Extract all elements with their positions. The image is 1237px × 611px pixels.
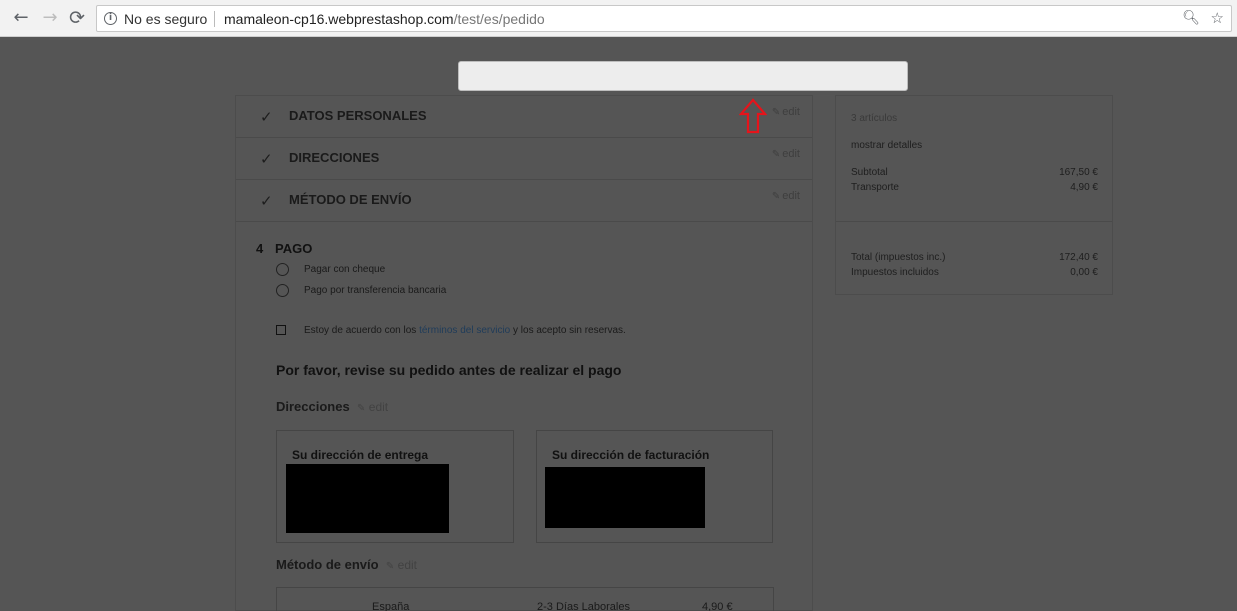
payment-radio[interactable] (276, 263, 289, 276)
shipping-summary-row: España 2-3 Días Laborales 4,90 € (276, 587, 774, 611)
step-title: DIRECCIONES (289, 150, 380, 165)
carrier-price: 4,90 € (702, 601, 733, 611)
security-status[interactable]: No es seguro (124, 11, 207, 27)
terms-agreement: Estoy de acuerdo con los términos del se… (276, 325, 626, 336)
reload-icon[interactable]: ⟳ (67, 8, 87, 28)
info-icon[interactable]: i (104, 12, 117, 25)
url-host: mamaleon-cp16.webprestashop.com (224, 11, 454, 27)
url-text[interactable]: mamaleon-cp16.webprestashop.com/test/es/… (224, 11, 545, 27)
zoom-icon[interactable]: 🔍︎ (1182, 10, 1200, 26)
items-count: 3 artículos (851, 113, 898, 124)
payment-radio[interactable] (276, 284, 289, 297)
total-label: Total (impuestos inc.) (851, 252, 946, 263)
total-value: 172,40 € (1059, 252, 1098, 263)
payment-option-transfer[interactable]: Pago por transferencia bancaria (276, 284, 446, 297)
overlay-search-box[interactable] (458, 61, 908, 91)
pencil-icon: ✎ (357, 403, 366, 414)
billing-address-card: Su dirección de facturación (536, 430, 773, 543)
shipping-heading: Método de envío ✎ edit (276, 557, 417, 572)
pencil-icon: ✎ (771, 149, 781, 160)
delivery-address-card: Su dirección de entrega (276, 430, 514, 543)
pencil-icon: ✎ (385, 561, 395, 572)
payment-option-cheque[interactable]: Pagar con cheque (276, 263, 385, 276)
redacted-block (545, 467, 705, 528)
addresses-heading: Direcciones ✎ edit (276, 399, 388, 414)
check-icon: ✓ (260, 108, 273, 126)
review-order-title: Por favor, revise su pedido antes de rea… (276, 362, 622, 378)
taxes-value: 0,00 € (1070, 267, 1098, 278)
check-icon: ✓ (260, 192, 273, 210)
billing-address-title: Su dirección de facturación (552, 448, 710, 462)
step-title: MÉTODO DE ENVÍO (289, 192, 412, 207)
url-path: /test/es/pedido (453, 11, 545, 27)
terms-text-after: y los acepto sin reservas. (510, 325, 626, 336)
show-details-link[interactable]: mostrar detalles (851, 140, 922, 151)
summary-divider (836, 221, 1112, 222)
terms-text-before: Estoy de acuerdo con los (304, 325, 420, 336)
payment-step-title: 4 PAGO (256, 241, 312, 256)
addresses-heading-label: Direcciones (276, 399, 350, 414)
edit-label: edit (397, 558, 417, 572)
forward-icon[interactable]: → (40, 8, 60, 28)
address-bar[interactable]: i No es seguro mamaleon-cp16.webprestash… (96, 5, 1232, 32)
carrier-delay: 2-3 Días Laborales (537, 601, 630, 611)
terms-checkbox[interactable] (276, 325, 286, 336)
delivery-address-title: Su dirección de entrega (292, 448, 429, 462)
shipping-edit-link[interactable]: ✎ edit (383, 558, 417, 572)
check-icon: ✓ (260, 150, 273, 168)
checkout-steps: ✓ DATOS PERSONALES ✎ edit ✓ DIRECCIONES ✎… (235, 95, 813, 611)
back-icon[interactable]: ← (11, 8, 31, 28)
step-edit-link[interactable]: ✎ edit (772, 190, 800, 202)
star-icon[interactable]: ☆ (1211, 9, 1224, 27)
step-addresses[interactable]: ✓ DIRECCIONES ✎ edit (236, 138, 812, 180)
payment-option-label: Pagar con cheque (304, 264, 386, 276)
step-personal-data[interactable]: ✓ DATOS PERSONALES ✎ edit (236, 96, 812, 138)
step-edit-link[interactable]: ✎ edit (772, 148, 800, 160)
carrier-name: España (372, 601, 410, 611)
edit-label: edit (782, 148, 800, 160)
subtotal-label: Subtotal (851, 167, 888, 178)
address-divider (214, 11, 215, 27)
redacted-block (286, 464, 449, 533)
payment-step-number: 4 (256, 241, 264, 256)
step-edit-link[interactable]: ✎ edit (772, 106, 800, 118)
shipping-value: 4,90 € (1070, 182, 1098, 193)
shipping-label: Transporte (851, 182, 899, 193)
shipping-heading-label: Método de envío (276, 557, 379, 572)
pencil-icon: ✎ (771, 107, 781, 118)
up-arrow-icon (739, 98, 767, 134)
addresses-edit-link[interactable]: ✎ edit (354, 400, 388, 414)
step-title: DATOS PERSONALES (289, 108, 427, 123)
edit-label: edit (368, 400, 389, 414)
payment-option-label: Pago por transferencia bancaria (304, 285, 447, 297)
terms-link[interactable]: términos del servicio (419, 325, 510, 336)
edit-label: edit (782, 190, 800, 202)
browser-toolbar: ← → ⟳ i No es seguro mamaleon-cp16.webpr… (0, 0, 1237, 37)
cart-summary: 3 artículos mostrar detalles Subtotal 16… (835, 95, 1113, 295)
payment-step-label: PAGO (275, 241, 313, 256)
step-shipping-method[interactable]: ✓ MÉTODO DE ENVÍO ✎ edit (236, 180, 812, 222)
taxes-label: Impuestos incluidos (851, 267, 939, 278)
edit-label: edit (782, 106, 800, 118)
subtotal-value: 167,50 € (1059, 167, 1098, 178)
pencil-icon: ✎ (771, 191, 781, 202)
